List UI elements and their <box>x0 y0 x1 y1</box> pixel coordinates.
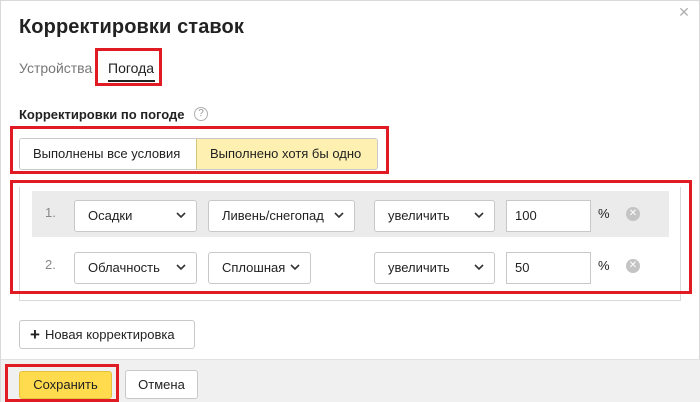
add-adjustment-label: Новая корректировка <box>44 327 175 342</box>
cancel-button[interactable]: Отмена <box>125 370 198 399</box>
highlight-box-save <box>5 364 119 402</box>
plus-icon: + <box>30 325 40 344</box>
highlight-box-adjustments <box>10 180 692 294</box>
close-icon[interactable]: ✕ <box>677 5 691 19</box>
question-circle-icon[interactable]: ? <box>194 107 208 121</box>
highlight-box-weather-tab <box>95 48 162 86</box>
tab-devices[interactable]: Устройства <box>19 60 92 76</box>
section-title: Корректировки по погоде <box>19 107 185 122</box>
bid-adjustments-dialog: ✕ Корректировки ставок Устройства Погода… <box>0 0 700 402</box>
dialog-title: Корректировки ставок <box>19 16 244 38</box>
add-adjustment-button[interactable]: + Новая корректировка <box>19 320 195 349</box>
highlight-box-condition-mode <box>10 126 389 174</box>
